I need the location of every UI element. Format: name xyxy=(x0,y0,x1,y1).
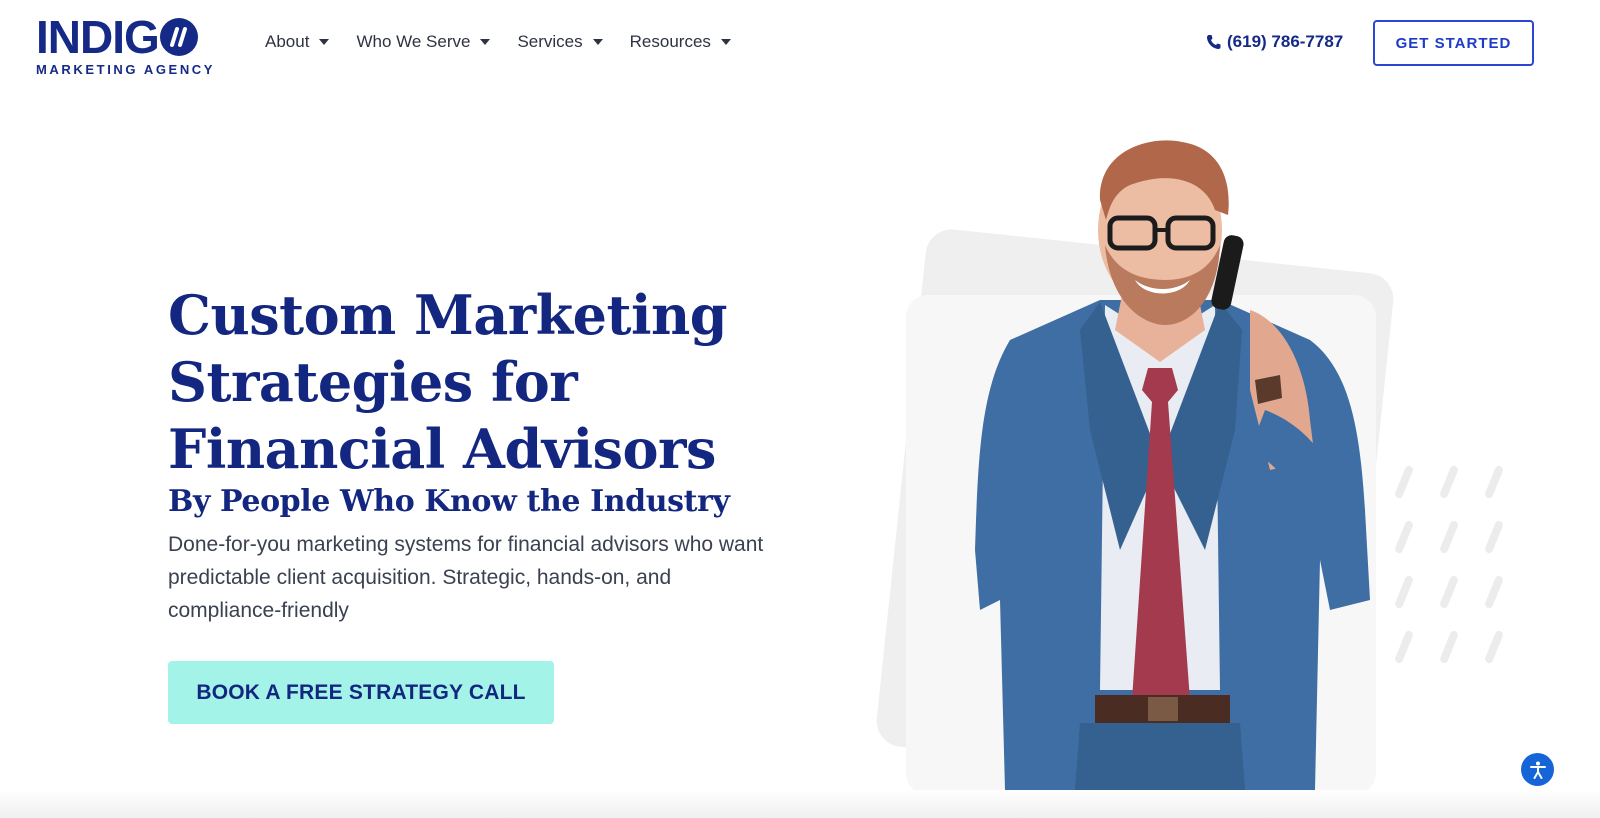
decorative-dashes xyxy=(1390,464,1510,665)
phone-link[interactable]: (619) 786-7787 xyxy=(1206,32,1343,52)
caret-down-icon xyxy=(319,39,330,45)
logo-o-icon xyxy=(159,18,198,56)
nav-item-about[interactable]: About xyxy=(265,32,330,52)
businessman-on-phone-image xyxy=(975,140,1370,790)
nav-item-resources[interactable]: Resources xyxy=(630,32,731,52)
nav-item-label: Resources xyxy=(629,32,711,51)
section-divider xyxy=(0,790,1600,818)
site-header: INDIG MARKETING AGENCY About Who We Serv… xyxy=(0,0,1600,92)
hero-description: Done-for-you marketing systems for finan… xyxy=(168,533,764,622)
nav-item-label: Services xyxy=(517,32,583,51)
logo-wordmark: INDIG xyxy=(36,11,160,63)
nav-item-label: Who We Serve xyxy=(356,32,471,51)
nav-item-who-we-serve[interactable]: Who We Serve xyxy=(356,32,491,52)
logo-subtitle: MARKETING AGENCY xyxy=(36,62,216,77)
caret-down-icon xyxy=(592,39,603,45)
hero-title: Custom Marketing Strategies for Financia… xyxy=(168,283,728,481)
nav-item-label: About xyxy=(265,32,310,51)
accessibility-icon xyxy=(1529,761,1546,779)
book-strategy-call-button[interactable]: BOOK A FREE STRATEGY CALL xyxy=(168,661,554,724)
hero-subtitle: By People Who Know the Industry xyxy=(168,484,730,519)
get-started-button[interactable]: GET STARTED xyxy=(1373,20,1534,66)
logo[interactable]: INDIG MARKETING AGENCY xyxy=(36,11,226,77)
phone-number: (619) 786-7787 xyxy=(1227,32,1344,51)
main-nav: About Who We Serve Services Resources xyxy=(265,32,758,52)
hero-visual xyxy=(860,130,1520,818)
nav-item-services[interactable]: Services xyxy=(517,32,603,52)
caret-down-icon xyxy=(720,39,731,45)
accessibility-button[interactable] xyxy=(1521,753,1554,786)
caret-down-icon xyxy=(480,39,491,45)
phone-icon xyxy=(1207,35,1221,49)
